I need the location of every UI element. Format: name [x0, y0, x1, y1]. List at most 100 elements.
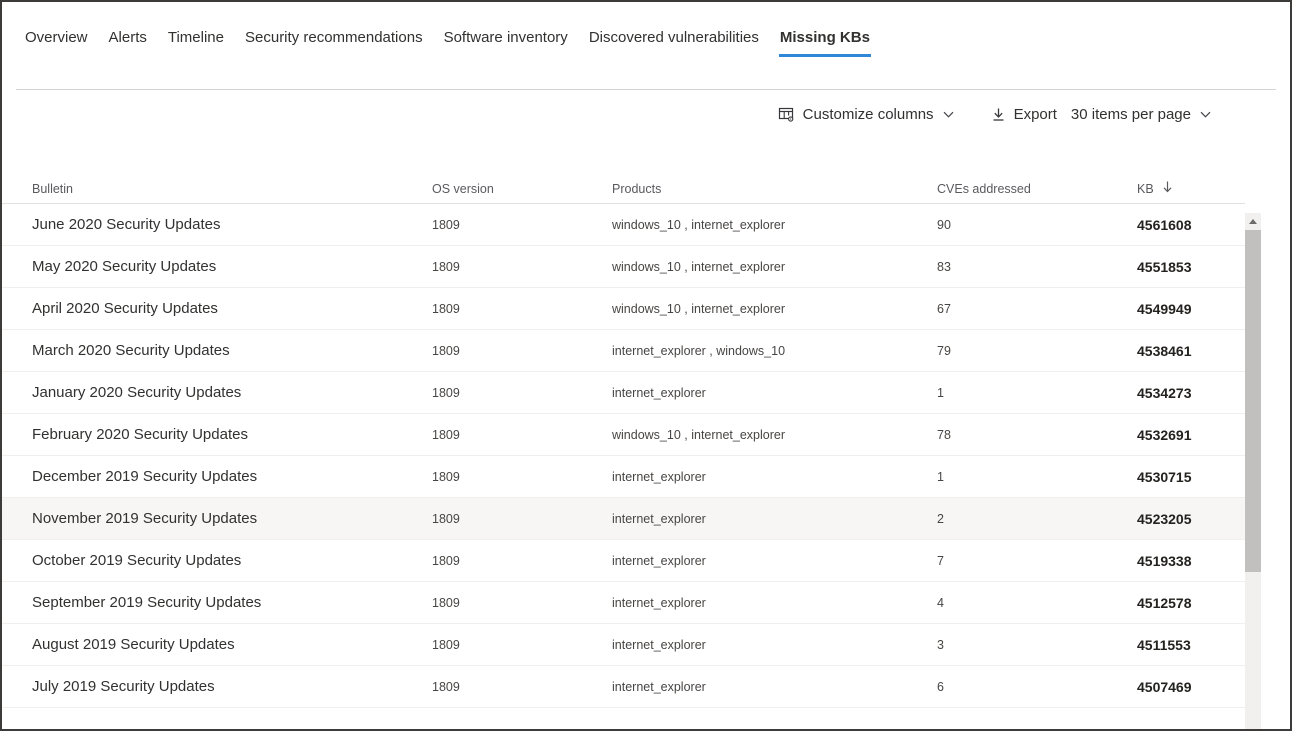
- column-header-products[interactable]: Products: [612, 182, 937, 196]
- download-icon: [991, 107, 1006, 123]
- vertical-scrollbar[interactable]: [1245, 213, 1261, 729]
- cell-bulletin: February 2020 Security Updates: [32, 426, 248, 443]
- cell-kb: 4512578: [1137, 594, 1192, 611]
- cell-os-version: 1809: [432, 217, 460, 232]
- cell-kb: 4549949: [1137, 300, 1192, 317]
- tab-label: Timeline: [167, 29, 224, 46]
- table-body: June 2020 Security Updates 1809 windows_…: [2, 204, 1245, 708]
- tabbar-divider: [16, 89, 1276, 90]
- tab-timeline[interactable]: Timeline: [168, 29, 224, 57]
- customize-columns-label: Customize columns: [802, 106, 934, 123]
- cell-products: internet_explorer: [612, 469, 706, 484]
- tab-missing-kbs[interactable]: Missing KBs: [778, 29, 871, 57]
- tab-label: Alerts: [108, 29, 147, 46]
- cell-os-version: 1809: [432, 469, 460, 484]
- cell-bulletin: September 2019 Security Updates: [32, 594, 262, 611]
- column-header-bulletin[interactable]: Bulletin: [32, 182, 432, 196]
- cell-cves-addressed: 7: [937, 553, 944, 568]
- cell-bulletin: June 2020 Security Updates: [32, 216, 221, 233]
- tab-software-inventory[interactable]: Software inventory: [444, 29, 568, 57]
- table-row[interactable]: March 2020 Security Updates 1809 interne…: [2, 330, 1245, 372]
- cell-os-version: 1809: [432, 343, 460, 358]
- cell-bulletin: November 2019 Security Updates: [32, 510, 258, 527]
- column-header-cves-addressed[interactable]: CVEs addressed: [937, 182, 1137, 196]
- cell-products: windows_10 , internet_explorer: [612, 217, 786, 232]
- export-button[interactable]: Export: [991, 106, 1057, 123]
- up-triangle-icon: [1249, 218, 1257, 224]
- tab-security-recommendations[interactable]: Security recommendations: [245, 29, 423, 57]
- cell-cves-addressed: 1: [937, 469, 944, 484]
- column-header-label: OS version: [432, 181, 494, 196]
- table-header-row: Bulletin OS version Products CVEs addres…: [2, 174, 1245, 204]
- cell-products: internet_explorer: [612, 553, 706, 568]
- cell-kb: 4523205: [1137, 510, 1192, 527]
- table-row[interactable]: April 2020 Security Updates 1809 windows…: [2, 288, 1245, 330]
- cell-products: internet_explorer: [612, 679, 706, 694]
- cell-cves-addressed: 4: [937, 595, 944, 610]
- column-header-label: KB: [1137, 181, 1154, 196]
- tab-discovered-vulnerabilities[interactable]: Discovered vulnerabilities: [589, 29, 759, 57]
- customize-columns-button[interactable]: Customize columns: [778, 106, 955, 123]
- cell-cves-addressed: 78: [937, 427, 951, 442]
- cell-bulletin: December 2019 Security Updates: [32, 468, 258, 485]
- cell-os-version: 1809: [432, 259, 460, 274]
- table-row[interactable]: October 2019 Security Updates 1809 inter…: [2, 540, 1245, 582]
- items-per-page-dropdown[interactable]: 30 items per page: [1071, 106, 1212, 123]
- cell-products: internet_explorer: [612, 385, 706, 400]
- table-row[interactable]: January 2020 Security Updates 1809 inter…: [2, 372, 1245, 414]
- cell-kb: 4532691: [1137, 426, 1192, 443]
- cell-bulletin: May 2020 Security Updates: [32, 258, 217, 275]
- tab-label: Overview: [25, 29, 88, 46]
- cell-cves-addressed: 1: [937, 385, 944, 400]
- column-header-os-version[interactable]: OS version: [432, 182, 612, 196]
- scrollbar-up-arrow[interactable]: [1245, 213, 1261, 229]
- tab-alerts[interactable]: Alerts: [109, 29, 147, 57]
- tab-bar: Overview Alerts Timeline Security recomm…: [2, 2, 1290, 57]
- cell-kb: 4538461: [1137, 342, 1192, 359]
- tab-overview[interactable]: Overview: [25, 29, 88, 57]
- table-row[interactable]: February 2020 Security Updates 1809 wind…: [2, 414, 1245, 456]
- cell-bulletin: October 2019 Security Updates: [32, 552, 242, 569]
- table-row[interactable]: August 2019 Security Updates 1809 intern…: [2, 624, 1245, 666]
- scrollbar-thumb[interactable]: [1245, 230, 1261, 572]
- table-row[interactable]: June 2020 Security Updates 1809 windows_…: [2, 204, 1245, 246]
- table-row[interactable]: September 2019 Security Updates 1809 int…: [2, 582, 1245, 624]
- cell-os-version: 1809: [432, 553, 460, 568]
- cell-os-version: 1809: [432, 511, 460, 526]
- tab-label: Security recommendations: [245, 29, 423, 46]
- cell-cves-addressed: 83: [937, 259, 951, 274]
- customize-columns-icon: [778, 106, 795, 123]
- export-label: Export: [1013, 106, 1057, 123]
- cell-os-version: 1809: [432, 385, 460, 400]
- chevron-down-icon: [1199, 108, 1212, 121]
- cell-kb: 4534273: [1137, 384, 1192, 401]
- cell-kb: 4519338: [1137, 552, 1192, 569]
- toolbar: Customize columns Export 30 items per pa…: [2, 106, 1212, 123]
- cell-kb: 4530715: [1137, 468, 1192, 485]
- cell-products: internet_explorer: [612, 595, 706, 610]
- cell-bulletin: August 2019 Security Updates: [32, 636, 235, 653]
- table-row[interactable]: November 2019 Security Updates 1809 inte…: [2, 498, 1245, 540]
- cell-os-version: 1809: [432, 427, 460, 442]
- cell-cves-addressed: 2: [937, 511, 944, 526]
- tab-label: Discovered vulnerabilities: [588, 29, 759, 46]
- cell-kb: 4551853: [1137, 258, 1192, 275]
- cell-cves-addressed: 90: [937, 217, 951, 232]
- table-row[interactable]: December 2019 Security Updates 1809 inte…: [2, 456, 1245, 498]
- cell-products: internet_explorer , windows_10: [612, 343, 786, 358]
- cell-cves-addressed: 67: [937, 301, 951, 316]
- cell-bulletin: July 2019 Security Updates: [32, 678, 215, 695]
- cell-kb: 4511553: [1137, 636, 1191, 653]
- cell-bulletin: April 2020 Security Updates: [32, 300, 218, 317]
- table-row[interactable]: May 2020 Security Updates 1809 windows_1…: [2, 246, 1245, 288]
- cell-products: internet_explorer: [612, 511, 706, 526]
- missing-kbs-page: Overview Alerts Timeline Security recomm…: [0, 0, 1292, 731]
- table-row[interactable]: July 2019 Security Updates 1809 internet…: [2, 666, 1245, 708]
- cell-bulletin: March 2020 Security Updates: [32, 342, 230, 359]
- column-header-label: Products: [612, 181, 662, 196]
- tab-label: Missing KBs: [779, 29, 870, 46]
- cell-kb: 4507469: [1137, 678, 1192, 695]
- cell-kb: 4561608: [1137, 216, 1192, 233]
- column-header-kb[interactable]: KB: [1137, 180, 1245, 197]
- cell-products: windows_10 , internet_explorer: [612, 301, 786, 316]
